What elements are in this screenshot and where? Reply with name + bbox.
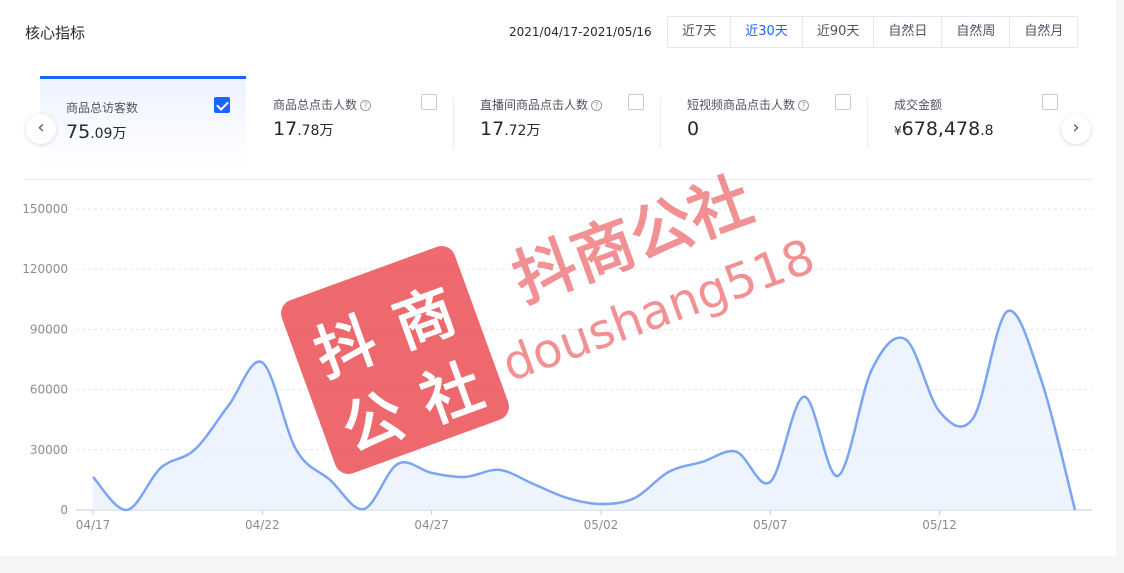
data-point[interactable] <box>730 446 742 458</box>
chevron-left-icon[interactable]: ‹ <box>26 114 56 144</box>
data-point[interactable] <box>832 470 844 482</box>
data-point[interactable] <box>1035 374 1047 386</box>
data-point[interactable] <box>764 476 776 488</box>
core-metrics-card: 核心指标 2021/04/17-2021/05/16 近7天 近30天 近90天… <box>0 0 1116 556</box>
metric-label: 商品总点击人数? <box>273 96 372 113</box>
data-point[interactable] <box>967 412 979 424</box>
metric-label: 成交金额 <box>894 98 943 112</box>
section-title: 核心指标 <box>25 24 86 42</box>
data-point[interactable] <box>561 492 573 504</box>
metric-checkbox[interactable] <box>421 94 437 110</box>
x-tick-label: 05/12 <box>922 518 957 532</box>
tab-natural-week[interactable]: 自然周 <box>942 17 1011 47</box>
y-tick-label: 150000 <box>22 202 68 216</box>
data-point[interactable] <box>290 444 302 456</box>
data-point[interactable] <box>87 471 99 483</box>
data-point[interactable] <box>358 503 370 515</box>
metric-checkbox[interactable] <box>214 97 230 113</box>
metric-value: ¥678,478.8 <box>894 118 994 140</box>
data-point[interactable] <box>189 444 201 456</box>
metric-label: 短视频商品点击人数? <box>687 96 810 113</box>
x-tick-label: 04/27 <box>414 518 449 532</box>
y-tick-label: 120000 <box>22 262 68 276</box>
data-point[interactable] <box>595 498 607 510</box>
data-point[interactable] <box>1069 504 1081 516</box>
metric-cards: 商品总访客数 75.09万 商品总点击人数? 17.78万 直播间商品点击人数?… <box>40 76 1080 166</box>
data-point[interactable] <box>222 400 234 412</box>
data-point[interactable] <box>629 492 641 504</box>
tab-natural-day[interactable]: 自然日 <box>874 17 943 47</box>
data-point[interactable] <box>493 464 505 476</box>
metric-card-gmv[interactable]: 成交金额 ¥678,478.8 <box>868 76 1074 166</box>
data-point[interactable] <box>934 406 946 418</box>
data-point[interactable] <box>459 471 471 483</box>
data-point[interactable] <box>527 478 539 490</box>
period-tabs: 近7天 近30天 近90天 自然日 自然周 自然月 <box>667 16 1079 48</box>
y-tick-label: 90000 <box>30 322 68 336</box>
data-point[interactable] <box>697 456 709 468</box>
data-point[interactable] <box>798 391 810 403</box>
data-point[interactable] <box>121 504 133 516</box>
trend-chart: 0 30000 60000 90000 120000 150000 04/17 04/22 04… <box>22 202 1092 532</box>
y-tick-label: 30000 <box>30 443 68 457</box>
date-range: 2021/04/17-2021/05/16 <box>509 25 652 39</box>
series-area <box>93 310 1075 511</box>
metric-value: 0 <box>687 118 700 140</box>
metric-value: 17.72万 <box>480 118 541 140</box>
chevron-right-icon[interactable]: › <box>1061 114 1091 144</box>
metric-card-visitors[interactable]: 商品总访客数 75.09万 <box>40 76 246 166</box>
tab-30-days[interactable]: 近30天 <box>731 17 803 47</box>
help-icon[interactable]: ? <box>798 100 810 111</box>
data-point[interactable] <box>155 462 167 474</box>
metric-card-video-clicks[interactable]: 短视频商品点击人数? 0 <box>661 76 867 166</box>
metric-label: 商品总访客数 <box>66 101 139 115</box>
data-point[interactable] <box>1001 305 1013 317</box>
metric-card-live-clicks[interactable]: 直播间商品点击人数? 17.72万 <box>454 76 660 166</box>
data-point[interactable] <box>324 474 336 486</box>
metric-value: 75.09万 <box>66 121 127 143</box>
data-point[interactable] <box>392 458 404 470</box>
y-tick-label: 60000 <box>30 383 68 397</box>
metric-checkbox[interactable] <box>628 94 644 110</box>
data-point[interactable] <box>663 466 675 478</box>
tab-7-days[interactable]: 近7天 <box>668 17 732 47</box>
help-icon[interactable]: ? <box>360 100 372 111</box>
data-point[interactable] <box>256 357 268 369</box>
x-tick-label: 05/02 <box>584 518 619 532</box>
y-tick-label: 0 <box>60 503 68 517</box>
metric-value: 17.78万 <box>273 118 334 140</box>
divider <box>25 179 1093 180</box>
x-tick-label: 04/22 <box>245 518 280 532</box>
x-tick-label: 05/07 <box>753 518 788 532</box>
help-icon[interactable]: ? <box>591 100 603 111</box>
tab-natural-month[interactable]: 自然月 <box>1010 17 1077 47</box>
metric-checkbox[interactable] <box>835 94 851 110</box>
x-tick-label: 04/17 <box>76 518 111 532</box>
tab-90-days[interactable]: 近90天 <box>803 17 875 47</box>
data-point[interactable] <box>900 333 912 345</box>
data-point[interactable] <box>426 467 438 479</box>
metric-label: 直播间商品点击人数? <box>480 96 603 113</box>
data-point[interactable] <box>866 364 878 376</box>
metric-card-product-clicks[interactable]: 商品总点击人数? 17.78万 <box>247 76 453 166</box>
metric-checkbox[interactable] <box>1042 94 1058 110</box>
